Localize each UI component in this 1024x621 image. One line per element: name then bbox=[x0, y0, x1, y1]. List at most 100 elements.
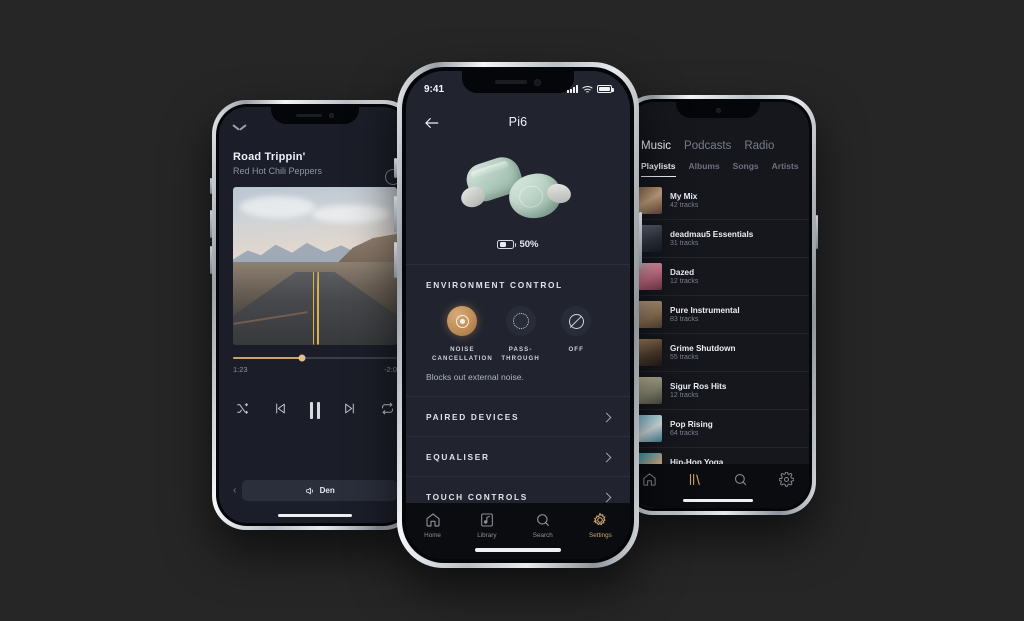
nav-settings-button[interactable] bbox=[778, 471, 795, 492]
previous-button[interactable] bbox=[274, 402, 287, 420]
center-phone-device: 9:41 Pi6 50% ENVIRONMENT CONTROL NOISE C… bbox=[394, 62, 642, 568]
env-label-line2: THROUGH bbox=[501, 355, 540, 363]
nav-home-button[interactable]: Home bbox=[424, 512, 441, 539]
playlist-thumbnail bbox=[635, 339, 662, 366]
volume-down-button[interactable] bbox=[210, 246, 212, 274]
env-option-off[interactable]: OFF bbox=[548, 306, 604, 363]
playlist-track-count: 12 tracks bbox=[670, 392, 699, 400]
album-artwork bbox=[233, 186, 397, 345]
screen-header: Pi6 bbox=[406, 105, 630, 139]
env-label-line2: CANCELLATION bbox=[432, 355, 493, 363]
playlist-name: deadmau5 Essentials bbox=[670, 229, 754, 239]
home-indicator[interactable] bbox=[278, 514, 352, 517]
battery-percentage: 50% bbox=[519, 239, 539, 250]
playlist-thumbnail bbox=[635, 377, 662, 404]
playlist-row[interactable]: Pop Rising 64 tracks bbox=[627, 410, 809, 448]
playlist-name: My Mix bbox=[670, 191, 698, 201]
nav-label: Settings bbox=[589, 532, 612, 539]
library-icon bbox=[480, 513, 493, 527]
track-title: Road Trippin' bbox=[233, 151, 306, 163]
chevron-left-icon[interactable]: ‹ bbox=[233, 485, 236, 496]
env-option-noise-cancellation[interactable]: NOISE CANCELLATION bbox=[432, 306, 493, 363]
nav-library-button[interactable]: Library bbox=[477, 512, 496, 539]
library-icon bbox=[689, 473, 700, 486]
playlist-list: My Mix 42 tracks deadmau5 Essentials 31 tra… bbox=[627, 182, 809, 508]
front-camera bbox=[329, 113, 334, 118]
nav-search-button[interactable] bbox=[733, 472, 748, 492]
speaker-selector-button[interactable]: Den bbox=[242, 480, 397, 501]
top-tab-radio[interactable]: Radio bbox=[744, 140, 774, 152]
env-option-pass-through[interactable]: PASS- THROUGH bbox=[493, 306, 549, 363]
time-remaining: -2:0 bbox=[384, 364, 397, 374]
mute-switch[interactable] bbox=[394, 158, 397, 178]
volume-up-button[interactable] bbox=[210, 210, 212, 238]
progress-knob[interactable] bbox=[298, 354, 306, 361]
home-icon bbox=[643, 473, 656, 486]
playlist-row[interactable]: Dazed 12 tracks bbox=[627, 258, 809, 296]
device-battery-status: 50% bbox=[406, 239, 630, 250]
home-indicator[interactable] bbox=[475, 548, 561, 552]
search-icon bbox=[536, 514, 549, 526]
home-indicator[interactable] bbox=[683, 499, 753, 502]
notch bbox=[271, 107, 359, 124]
sub-tab-songs[interactable]: Songs bbox=[733, 161, 759, 177]
progress-slider[interactable] bbox=[233, 354, 397, 361]
off-icon bbox=[561, 306, 592, 336]
volume-up-button[interactable] bbox=[394, 196, 397, 232]
top-tab-podcasts[interactable]: Podcasts bbox=[684, 140, 731, 152]
home-icon bbox=[425, 513, 440, 527]
battery-icon bbox=[597, 85, 614, 93]
status-bar: 9:41 bbox=[406, 71, 630, 101]
back-arrow-icon[interactable] bbox=[424, 116, 439, 128]
road-center-lines bbox=[233, 272, 397, 345]
wifi-icon bbox=[582, 85, 593, 92]
playlist-row[interactable]: My Mix 42 tracks bbox=[627, 182, 809, 220]
right-phone-device: Music Podcasts Radio Playlists Albums Songs A… bbox=[620, 95, 818, 515]
power-button[interactable] bbox=[639, 212, 642, 268]
nav-search-button[interactable]: Search bbox=[533, 512, 553, 539]
front-camera bbox=[715, 107, 721, 113]
center-phone-screen: 9:41 Pi6 50% ENVIRONMENT CONTROL NOISE C… bbox=[406, 71, 630, 559]
playlist-row[interactable]: Grime Shutdown 55 tracks bbox=[627, 334, 809, 372]
playback-controls bbox=[235, 402, 395, 420]
environment-control-section: ENVIRONMENT CONTROL NOISE CANCELLATION P… bbox=[406, 264, 630, 396]
output-device-bar: ‹ Den bbox=[233, 480, 397, 501]
screenshot-canvas: Road Trippin' Red Hot Chili Peppers 1:23… bbox=[0, 0, 1024, 621]
sub-tab-artists[interactable]: Artists bbox=[772, 161, 799, 177]
power-button[interactable] bbox=[816, 215, 818, 249]
sub-tab-playlists[interactable]: Playlists bbox=[641, 161, 676, 177]
nav-library-button[interactable] bbox=[688, 472, 703, 492]
nav-label: Library bbox=[477, 532, 497, 539]
top-tab-music[interactable]: Music bbox=[641, 140, 671, 152]
environment-heading: ENVIRONMENT CONTROL bbox=[426, 280, 563, 290]
playlist-thumbnail bbox=[635, 301, 662, 328]
playlist-track-count: 55 tracks bbox=[670, 354, 699, 362]
mute-switch[interactable] bbox=[210, 178, 212, 194]
playlist-row[interactable]: Pure Instrumental 83 tracks bbox=[627, 296, 809, 334]
env-label-line1: PASS- bbox=[508, 346, 533, 353]
row-paired-devices[interactable]: PAIRED DEVICES bbox=[406, 396, 630, 436]
nav-settings-button[interactable]: Settings bbox=[589, 512, 612, 539]
playlist-track-count: 12 tracks bbox=[670, 278, 699, 286]
shuffle-button[interactable] bbox=[235, 402, 250, 420]
time-elapsed: 1:23 bbox=[233, 364, 248, 374]
repeat-button[interactable] bbox=[380, 402, 395, 420]
library-category-tabs: Playlists Albums Songs Artists bbox=[627, 152, 809, 177]
status-time: 9:41 bbox=[424, 83, 445, 95]
chevron-right-icon bbox=[601, 412, 612, 423]
playlist-row[interactable]: Sigur Ros Hits 12 tracks bbox=[627, 372, 809, 410]
left-phone-screen: Road Trippin' Red Hot Chili Peppers 1:23… bbox=[219, 107, 411, 523]
noise-cancellation-icon bbox=[447, 306, 478, 336]
sub-tab-albums[interactable]: Albums bbox=[689, 161, 720, 177]
pause-button[interactable] bbox=[310, 402, 320, 419]
next-button[interactable] bbox=[343, 402, 356, 420]
nav-home-button[interactable] bbox=[642, 472, 657, 492]
collapse-player-button[interactable] bbox=[233, 123, 246, 131]
volume-down-button[interactable] bbox=[394, 242, 397, 278]
gear-icon bbox=[593, 512, 607, 526]
playlist-row[interactable]: deadmau5 Essentials 31 tracks bbox=[627, 220, 809, 258]
row-equaliser[interactable]: EQUALISER bbox=[406, 436, 630, 476]
battery-icon bbox=[497, 240, 517, 249]
chevron-right-icon bbox=[601, 452, 612, 463]
playlist-thumbnail bbox=[635, 187, 662, 214]
